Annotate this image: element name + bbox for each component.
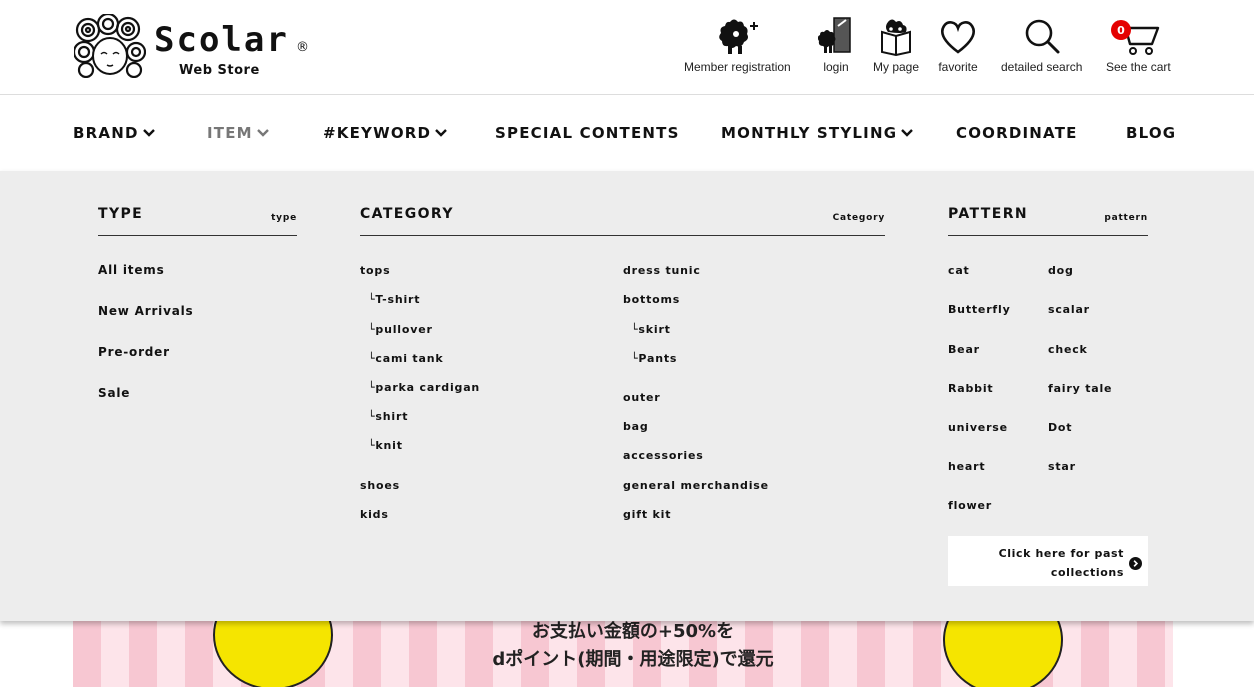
site-header: Scolar ® Web Store Member registration l… bbox=[0, 0, 1254, 95]
section-title: CATEGORY bbox=[360, 206, 454, 222]
scolar-mascot-icon bbox=[74, 14, 146, 78]
section-subtitle: Category bbox=[832, 213, 885, 223]
arrow-right-circle-icon bbox=[1129, 557, 1142, 570]
pattern-link[interactable]: universe bbox=[948, 421, 1008, 434]
category-link[interactable]: outer bbox=[623, 391, 661, 404]
nav-label: BRAND bbox=[73, 124, 139, 142]
category-link[interactable]: └knit bbox=[368, 439, 403, 452]
section-subtitle: type bbox=[271, 213, 297, 223]
login-link[interactable]: login bbox=[818, 16, 854, 74]
pattern-link[interactable]: cat bbox=[948, 264, 970, 277]
category-link[interactable]: tops bbox=[360, 264, 390, 277]
category-link[interactable]: └pullover bbox=[368, 323, 433, 336]
nav-label: ITEM bbox=[207, 124, 253, 142]
nav-monthly-styling[interactable]: MONTHLY STYLING bbox=[721, 124, 914, 142]
chevron-down-icon bbox=[142, 129, 155, 137]
pattern-link[interactable]: Butterfly bbox=[948, 303, 1011, 316]
main-nav: BRAND ITEM #KEYWORD SPECIAL CONTENTS MON… bbox=[0, 96, 1254, 171]
banner-line-1: お支払い金額の+50%を bbox=[531, 621, 735, 642]
banner-copy: お支払い金額の+50%を dポイント(期間・用途限定)で還元 bbox=[453, 618, 813, 674]
category-link[interactable]: gift kit bbox=[623, 508, 671, 521]
pattern-link[interactable]: check bbox=[1048, 343, 1088, 356]
pattern-link[interactable]: star bbox=[1048, 460, 1076, 473]
my-page-icon bbox=[881, 19, 912, 56]
past-collections-label: Click here for past collections bbox=[998, 547, 1124, 579]
section-subtitle: pattern bbox=[1104, 213, 1148, 223]
pattern-link[interactable]: Bear bbox=[948, 343, 980, 356]
nav-label: SPECIAL CONTENTS bbox=[495, 124, 680, 142]
cart-link[interactable]: 0 See the cart bbox=[1106, 16, 1171, 74]
type-link-all-items[interactable]: All items bbox=[98, 263, 165, 277]
registered-mark: ® bbox=[296, 40, 309, 55]
banner-line-2: dポイント(期間・用途限定)で還元 bbox=[492, 649, 774, 670]
chevron-down-icon bbox=[435, 129, 448, 137]
pattern-link[interactable]: fairy tale bbox=[1048, 382, 1112, 395]
category-link[interactable]: └T-shirt bbox=[368, 293, 420, 306]
nav-label: BLOG bbox=[1126, 124, 1177, 142]
category-link[interactable]: └cami tank bbox=[368, 352, 443, 365]
category-link[interactable]: dress tunic bbox=[623, 264, 701, 277]
logo-subtitle: Web Store bbox=[179, 63, 260, 78]
pattern-link[interactable]: dog bbox=[1048, 264, 1074, 277]
pattern-link[interactable]: heart bbox=[948, 460, 985, 473]
nav-label: #KEYWORD bbox=[323, 124, 432, 142]
util-label: login bbox=[823, 60, 849, 74]
favorite-link[interactable]: favorite bbox=[938, 16, 978, 74]
category-link[interactable]: kids bbox=[360, 508, 389, 521]
heart-icon bbox=[940, 21, 976, 54]
nav-special-contents[interactable]: SPECIAL CONTENTS bbox=[495, 124, 680, 142]
pattern-link[interactable]: Dot bbox=[1048, 421, 1072, 434]
nav-item[interactable]: ITEM bbox=[207, 124, 269, 142]
member-registration-icon bbox=[719, 19, 759, 54]
category-link[interactable]: bottoms bbox=[623, 293, 680, 306]
category-link[interactable]: └shirt bbox=[368, 410, 408, 423]
chevron-down-icon bbox=[256, 129, 269, 137]
nav-keyword[interactable]: #KEYWORD bbox=[323, 124, 448, 142]
category-link[interactable]: └parka cardigan bbox=[368, 381, 480, 394]
nav-label: MONTHLY STYLING bbox=[721, 124, 898, 142]
section-title: TYPE bbox=[98, 206, 144, 222]
login-icon bbox=[818, 17, 851, 53]
detailed-search-link[interactable]: detailed search bbox=[1001, 16, 1082, 74]
type-link-new-arrivals[interactable]: New Arrivals bbox=[98, 304, 193, 318]
type-link-sale[interactable]: Sale bbox=[98, 386, 130, 400]
category-link[interactable]: └Pants bbox=[631, 352, 677, 365]
chevron-down-icon bbox=[901, 129, 914, 137]
pattern-section-header: PATTERN pattern bbox=[948, 171, 1148, 236]
pattern-link[interactable]: Rabbit bbox=[948, 382, 993, 395]
cart-count-badge: 0 bbox=[1111, 20, 1131, 40]
util-label: Member registration bbox=[684, 60, 791, 74]
util-label: detailed search bbox=[1001, 60, 1083, 74]
category-link[interactable]: accessories bbox=[623, 449, 704, 462]
util-label: See the cart bbox=[1106, 60, 1171, 74]
util-label: favorite bbox=[938, 60, 978, 74]
logo-wordmark: Scolar bbox=[154, 20, 289, 60]
type-section-header: TYPE type bbox=[98, 171, 297, 236]
category-link[interactable]: shoes bbox=[360, 479, 400, 492]
nav-brand[interactable]: BRAND bbox=[73, 124, 155, 142]
section-title: PATTERN bbox=[948, 206, 1029, 222]
nav-blog[interactable]: BLOG bbox=[1126, 124, 1176, 142]
util-label: My page bbox=[873, 60, 920, 74]
category-link[interactable]: └skirt bbox=[631, 323, 671, 336]
member-registration-link[interactable]: Member registration bbox=[684, 16, 791, 74]
search-icon bbox=[1025, 19, 1060, 54]
type-link-pre-order[interactable]: Pre-order bbox=[98, 345, 170, 359]
past-collections-link[interactable]: Click here for past collections bbox=[948, 536, 1148, 586]
item-mega-menu: TYPE type All items New Arrivals Pre-ord… bbox=[0, 171, 1254, 621]
site-logo[interactable]: Scolar ® Web Store bbox=[74, 14, 314, 80]
nav-label: COORDINATE bbox=[956, 124, 1078, 142]
pattern-link[interactable]: flower bbox=[948, 499, 992, 512]
my-page-link[interactable]: My page bbox=[873, 16, 919, 74]
pattern-link[interactable]: scalar bbox=[1048, 303, 1090, 316]
category-link[interactable]: bag bbox=[623, 420, 649, 433]
nav-coordinate[interactable]: COORDINATE bbox=[956, 124, 1078, 142]
category-section-header: CATEGORY Category bbox=[360, 171, 885, 236]
category-link[interactable]: general merchandise bbox=[623, 479, 769, 492]
